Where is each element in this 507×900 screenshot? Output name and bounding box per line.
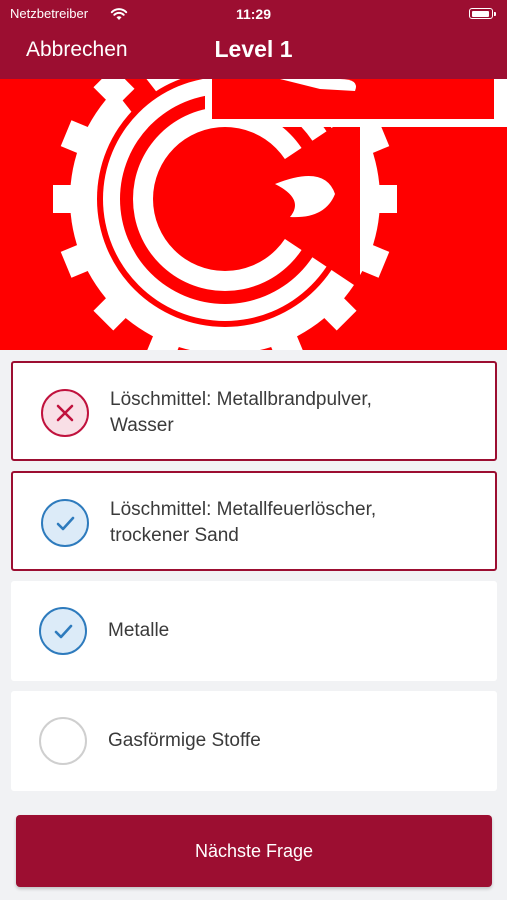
battery-icon xyxy=(469,8,496,19)
checkmark-icon xyxy=(39,607,87,655)
fire-class-d-symbol-icon xyxy=(0,79,507,350)
answer-option-3[interactable]: Metalle xyxy=(11,581,497,681)
status-bar: Netzbetreiber 11:29 xyxy=(10,6,497,24)
page-title: Level 1 xyxy=(214,36,293,62)
answer-option-2[interactable]: Löschmittel: Metallfeuerlöscher, trocken… xyxy=(11,471,497,571)
answer-label: Löschmittel: Metallfeuerlöscher, trocken… xyxy=(110,499,377,546)
navigation-bar: Netzbetreiber 11:29 Abbrechen Level 1 xyxy=(0,0,507,79)
answer-option-4[interactable]: Gasförmige Stoffe xyxy=(11,691,497,791)
close-icon xyxy=(41,389,89,437)
answer-label: Metalle xyxy=(108,620,170,641)
status-time: 11:29 xyxy=(235,6,272,22)
answer-label: Gasförmige Stoffe xyxy=(108,730,261,751)
answer-label: Löschmittel: Metallbrandpulver, Wasser xyxy=(110,389,372,436)
checkmark-icon xyxy=(41,499,89,547)
answer-option-1[interactable]: Löschmittel: Metallbrandpulver, Wasser xyxy=(11,361,497,461)
empty-circle-icon xyxy=(39,717,87,765)
question-image xyxy=(0,79,507,350)
next-question-button[interactable]: Nächste Frage xyxy=(16,815,492,887)
